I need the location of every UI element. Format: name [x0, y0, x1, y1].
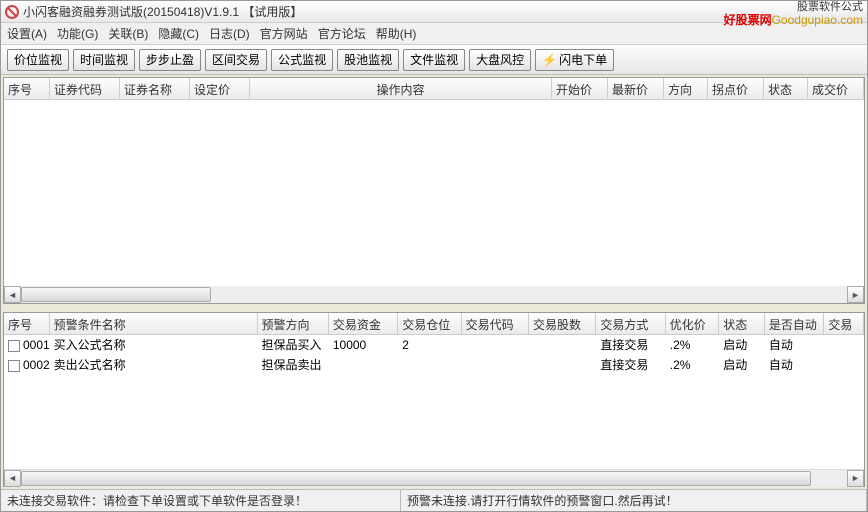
cell-opt: .2% — [666, 337, 720, 353]
col-code[interactable]: 证券代码 — [50, 78, 120, 99]
col-auto[interactable]: 是否自动 — [765, 313, 824, 334]
col-name[interactable]: 证券名称 — [120, 78, 190, 99]
toolbar: 价位监视 时间监视 步步止盈 区间交易 公式监视 股池监视 文件监视 大盘风控 … — [1, 45, 867, 75]
btn-market-risk[interactable]: 大盘风控 — [469, 49, 531, 71]
col-mode[interactable]: 交易方式 — [596, 313, 665, 334]
top-grid-header: 序号 证券代码 证券名称 设定价 操作内容 开始价 最新价 方向 拐点价 状态 … — [4, 78, 864, 100]
scroll-track[interactable] — [21, 470, 847, 487]
bottom-scrollbar[interactable]: ◄ ► — [4, 469, 864, 486]
cell-name: 卖出公式名称 — [50, 355, 258, 374]
col-trade[interactable]: 交易 — [824, 313, 864, 334]
top-grid-body[interactable] — [4, 100, 864, 286]
cell-fund: 10000 — [329, 337, 398, 353]
menu-forum[interactable]: 官方论坛 — [318, 25, 366, 42]
btn-file-monitor[interactable]: 文件监视 — [403, 49, 465, 71]
brand-name: 好股票网Goodgupiao.com — [724, 13, 863, 27]
col-stat[interactable]: 状态 — [719, 313, 765, 334]
cell-name: 买入公式名称 — [50, 335, 258, 354]
cell-auto: 自动 — [765, 355, 824, 374]
row-checkbox[interactable] — [8, 340, 20, 352]
cell-seq: 0002 — [4, 357, 50, 373]
bottom-grid-body[interactable]: 0001买入公式名称担保品买入100002直接交易.2%启动自动0002卖出公式… — [4, 335, 864, 469]
btn-step-profit[interactable]: 步步止盈 — [139, 49, 201, 71]
col-operation[interactable]: 操作内容 — [250, 78, 552, 99]
menu-hide[interactable]: 隐藏(C) — [158, 25, 199, 42]
col-pos[interactable]: 交易仓位 — [398, 313, 461, 334]
btn-price-monitor[interactable]: 价位监视 — [7, 49, 69, 71]
col-dealprice[interactable]: 成交价 — [808, 78, 864, 99]
cell-stat: 启动 — [719, 335, 765, 354]
cell-seq: 0001 — [4, 337, 50, 353]
btn-time-monitor[interactable]: 时间监视 — [73, 49, 135, 71]
cell-fund — [329, 364, 398, 366]
statusbar: 未连接交易软件：请检查下单设置或下单软件是否登录！ 预警未连接.请打开行情软件的… — [1, 489, 867, 511]
btn-pool-monitor[interactable]: 股池监视 — [337, 49, 399, 71]
brand-red: 好股票网 — [724, 13, 772, 27]
panes: 序号 证券代码 证券名称 设定价 操作内容 开始价 最新价 方向 拐点价 状态 … — [1, 75, 867, 489]
cell-pos — [398, 364, 461, 366]
menu-settings[interactable]: 设置(A) — [7, 25, 47, 42]
col-startprice[interactable]: 开始价 — [552, 78, 608, 99]
menu-relate[interactable]: 关联(B) — [108, 25, 148, 42]
top-pane: 序号 证券代码 证券名称 设定价 操作内容 开始价 最新价 方向 拐点价 状态 … — [3, 77, 865, 304]
cell-code — [462, 344, 529, 346]
cell-qty — [529, 344, 596, 346]
brand-subtitle: 股票软件公式 — [724, 1, 863, 13]
btn-range-trade[interactable]: 区间交易 — [205, 49, 267, 71]
col-alertname[interactable]: 预警条件名称 — [50, 313, 258, 334]
scroll-thumb[interactable] — [21, 287, 211, 302]
cell-dir: 担保品卖出 — [258, 355, 329, 374]
menu-function[interactable]: 功能(G) — [57, 25, 98, 42]
col-fund[interactable]: 交易资金 — [329, 313, 398, 334]
cell-mode: 直接交易 — [596, 355, 665, 374]
cell-tr — [824, 344, 864, 346]
col-seq[interactable]: 序号 — [4, 313, 50, 334]
cell-opt: .2% — [666, 357, 720, 373]
brand-block: 股票软件公式 好股票网Goodgupiao.com — [724, 1, 863, 27]
col-status[interactable]: 状态 — [764, 78, 808, 99]
scroll-thumb[interactable] — [21, 471, 811, 486]
row-checkbox[interactable] — [8, 360, 20, 372]
cell-stat: 启动 — [719, 355, 765, 374]
menu-website[interactable]: 官方网站 — [260, 25, 308, 42]
scroll-track[interactable] — [21, 286, 847, 303]
cell-dir: 担保品买入 — [258, 335, 329, 354]
table-row[interactable]: 0002卖出公式名称担保品卖出 直接交易.2%启动自动 — [4, 355, 864, 375]
btn-flash-order[interactable]: 闪电下单 — [535, 49, 614, 71]
bottom-grid-header: 序号 预警条件名称 预警方向 交易资金 交易仓位 交易代码 交易股数 交易方式 … — [4, 313, 864, 335]
scroll-right-icon[interactable]: ► — [847, 286, 864, 303]
cell-qty — [529, 364, 596, 366]
top-scrollbar[interactable]: ◄ ► — [4, 286, 864, 303]
scroll-left-icon[interactable]: ◄ — [4, 286, 21, 303]
window-title: 小闪客融资融券测试版(20150418)V1.9.1 【试用版】 — [23, 3, 302, 20]
col-qty[interactable]: 交易股数 — [529, 313, 596, 334]
col-direction[interactable]: 方向 — [664, 78, 708, 99]
menu-help[interactable]: 帮助(H) — [376, 25, 417, 42]
col-tcode[interactable]: 交易代码 — [462, 313, 529, 334]
titlebar: 小闪客融资融券测试版(20150418)V1.9.1 【试用版】 股票软件公式 … — [1, 1, 867, 23]
status-left: 未连接交易软件：请检查下单设置或下单软件是否登录！ — [1, 490, 401, 511]
cell-auto: 自动 — [765, 335, 824, 354]
menu-log[interactable]: 日志(D) — [209, 25, 250, 42]
cell-code — [462, 364, 529, 366]
btn-formula-monitor[interactable]: 公式监视 — [271, 49, 333, 71]
brand-url: Goodgupiao.com — [772, 13, 863, 27]
bottom-pane: 序号 预警条件名称 预警方向 交易资金 交易仓位 交易代码 交易股数 交易方式 … — [3, 312, 865, 487]
col-seq[interactable]: 序号 — [4, 78, 50, 99]
col-setprice[interactable]: 设定价 — [190, 78, 250, 99]
col-alertdir[interactable]: 预警方向 — [258, 313, 329, 334]
splitter[interactable] — [1, 306, 867, 310]
cell-mode: 直接交易 — [596, 335, 665, 354]
col-opt[interactable]: 优化价 — [666, 313, 720, 334]
scroll-left-icon[interactable]: ◄ — [4, 470, 21, 487]
cell-pos: 2 — [398, 337, 461, 353]
table-row[interactable]: 0001买入公式名称担保品买入100002 直接交易.2%启动自动 — [4, 335, 864, 355]
scroll-right-icon[interactable]: ► — [847, 470, 864, 487]
app-icon — [5, 5, 19, 19]
col-turnprice[interactable]: 拐点价 — [708, 78, 764, 99]
cell-tr — [824, 364, 864, 366]
col-lastprice[interactable]: 最新价 — [608, 78, 664, 99]
status-right: 预警未连接.请打开行情软件的预警窗口.然后再试！ — [401, 490, 867, 511]
